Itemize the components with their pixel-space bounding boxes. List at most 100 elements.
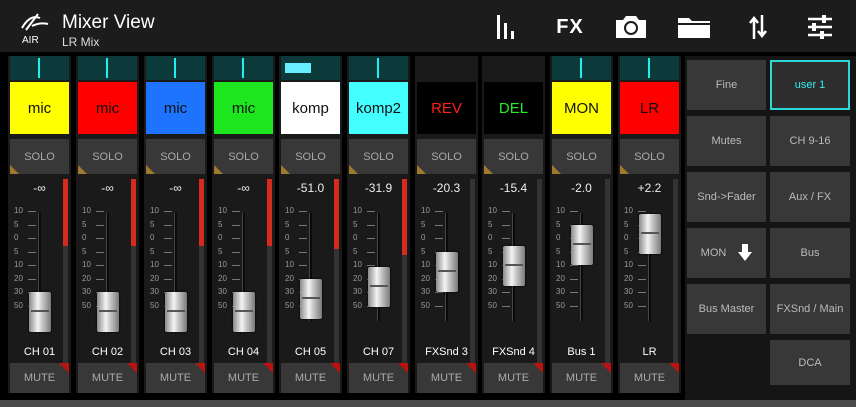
scribble-marker	[106, 58, 108, 78]
folder-icon[interactable]	[674, 10, 714, 44]
solo-button[interactable]: SOLO	[10, 139, 69, 174]
scale-tick: 5	[150, 220, 174, 229]
scale-tick: 50	[421, 301, 445, 310]
level-meter	[131, 179, 136, 369]
mute-button[interactable]: MUTE	[78, 363, 137, 393]
fader-handle[interactable]	[436, 251, 458, 292]
fader-handle[interactable]	[233, 291, 255, 332]
mute-marker	[127, 363, 137, 373]
mute-marker	[59, 363, 69, 373]
fader-handle[interactable]	[29, 291, 51, 332]
scale-tick: 10	[421, 206, 445, 215]
level-meter	[537, 179, 542, 369]
channel-name-button[interactable]: mic	[214, 82, 273, 134]
mute-button[interactable]: MUTE	[10, 363, 69, 393]
solo-button[interactable]: SOLO	[146, 139, 205, 174]
solo-button[interactable]: SOLO	[484, 139, 543, 174]
channel-strip-4: mic SOLO -∞ 10 5 0 5 10 20 30 50 CH 04 MUTE	[212, 56, 275, 393]
channel-label: FXSnd 3	[425, 346, 468, 358]
panel-button-fine[interactable]: Fine	[687, 60, 766, 110]
fader-handle[interactable]	[368, 266, 390, 307]
panel-button-label: Snd->Fader	[697, 191, 756, 203]
mute-label: MUTE	[565, 372, 598, 384]
mute-label: MUTE	[23, 372, 56, 384]
solo-button[interactable]: SOLO	[214, 139, 273, 174]
scale-tick: 0	[82, 233, 106, 242]
channel-name-button[interactable]: REV	[417, 82, 476, 134]
layer-button-aux-fx[interactable]: Aux / FX	[770, 172, 850, 222]
channel-name-button[interactable]: mic	[10, 82, 69, 134]
solo-marker	[146, 165, 155, 174]
panel-button-label: Fine	[715, 79, 738, 91]
channel-name-button[interactable]: mic	[146, 82, 205, 134]
scale-tick: 10	[285, 260, 309, 269]
sort-icon[interactable]	[744, 10, 772, 44]
mute-button[interactable]: MUTE	[146, 363, 205, 393]
fader-handle[interactable]	[639, 213, 661, 254]
meters-icon[interactable]	[492, 10, 520, 44]
channel-name-button[interactable]: komp	[281, 82, 340, 134]
layer-button-ch-9-16[interactable]: CH 9-16	[770, 116, 850, 166]
fader-handle[interactable]	[97, 291, 119, 332]
solo-marker	[214, 165, 223, 174]
scale-tick: 0	[218, 233, 242, 242]
fader-handle[interactable]	[503, 245, 525, 286]
scale-tick: 10	[82, 260, 106, 269]
mute-label: MUTE	[362, 372, 395, 384]
scale-tick: 5	[285, 220, 309, 229]
layer-button-dca[interactable]: DCA	[770, 340, 850, 385]
mute-label: MUTE	[91, 372, 124, 384]
solo-button[interactable]: SOLO	[417, 139, 476, 174]
camera-icon[interactable]	[611, 10, 651, 44]
solo-button[interactable]: SOLO	[349, 139, 408, 174]
mute-label: MUTE	[159, 372, 192, 384]
solo-button[interactable]: SOLO	[281, 139, 340, 174]
scribble-marker	[580, 58, 582, 78]
channel-strip-2: mic SOLO -∞ 10 5 0 5 10 20 30 50 CH 02 MUTE	[76, 56, 139, 393]
fader-handle[interactable]	[300, 279, 322, 320]
channel-name: DEL	[498, 99, 529, 117]
level-meter	[267, 179, 272, 369]
fader-handle[interactable]	[165, 291, 187, 332]
layer-button-fxsnd-main[interactable]: FXSnd / Main	[770, 284, 850, 334]
scale-tick: 5	[421, 220, 445, 229]
fx-icon[interactable]: FX	[552, 10, 588, 44]
channel-name-button[interactable]: DEL	[484, 82, 543, 134]
mute-button[interactable]: MUTE	[349, 363, 408, 393]
channel-name-button[interactable]: komp2	[349, 82, 408, 134]
level-readout: -∞	[33, 181, 46, 195]
mute-button[interactable]: MUTE	[281, 363, 340, 393]
meter-fill	[199, 179, 204, 246]
panel-button-mutes[interactable]: Mutes	[687, 116, 766, 166]
layer-button-bus[interactable]: Bus	[770, 228, 850, 278]
panel-button-snd-fader[interactable]: Snd->Fader	[687, 172, 766, 222]
panel-button-bus-master[interactable]: Bus Master	[687, 284, 766, 334]
layer-button-label: Aux / FX	[788, 191, 832, 203]
fader-handle[interactable]	[571, 225, 593, 265]
solo-button[interactable]: SOLO	[552, 139, 611, 174]
scale-tick: 20	[82, 274, 106, 283]
meter-fill	[63, 179, 68, 246]
channel-name-button[interactable]: LR	[620, 82, 679, 134]
solo-label: SOLO	[498, 150, 529, 163]
panel-button-mon[interactable]: MON	[687, 228, 766, 278]
bottom-bar	[0, 400, 856, 407]
solo-button[interactable]: SOLO	[78, 139, 137, 174]
mute-button[interactable]: MUTE	[417, 363, 476, 393]
layer-button-user-1[interactable]: user 1	[770, 60, 850, 110]
mute-button[interactable]: MUTE	[484, 363, 543, 393]
panel-button-label: Mutes	[711, 135, 742, 147]
mute-button[interactable]: MUTE	[552, 363, 611, 393]
channel-name-button[interactable]: mic	[78, 82, 137, 134]
scale-tick: 5	[82, 247, 106, 256]
channel-name-button[interactable]: MON	[552, 82, 611, 134]
mute-button[interactable]: MUTE	[620, 363, 679, 393]
scribble-strip	[281, 56, 340, 80]
mute-button[interactable]: MUTE	[214, 363, 273, 393]
solo-button[interactable]: SOLO	[620, 139, 679, 174]
sliders-icon[interactable]	[804, 10, 836, 44]
solo-label: SOLO	[24, 150, 55, 163]
panel-button-label: Bus Master	[698, 303, 755, 315]
page-subtitle: LR Mix	[62, 35, 100, 49]
mute-label: MUTE	[497, 372, 530, 384]
